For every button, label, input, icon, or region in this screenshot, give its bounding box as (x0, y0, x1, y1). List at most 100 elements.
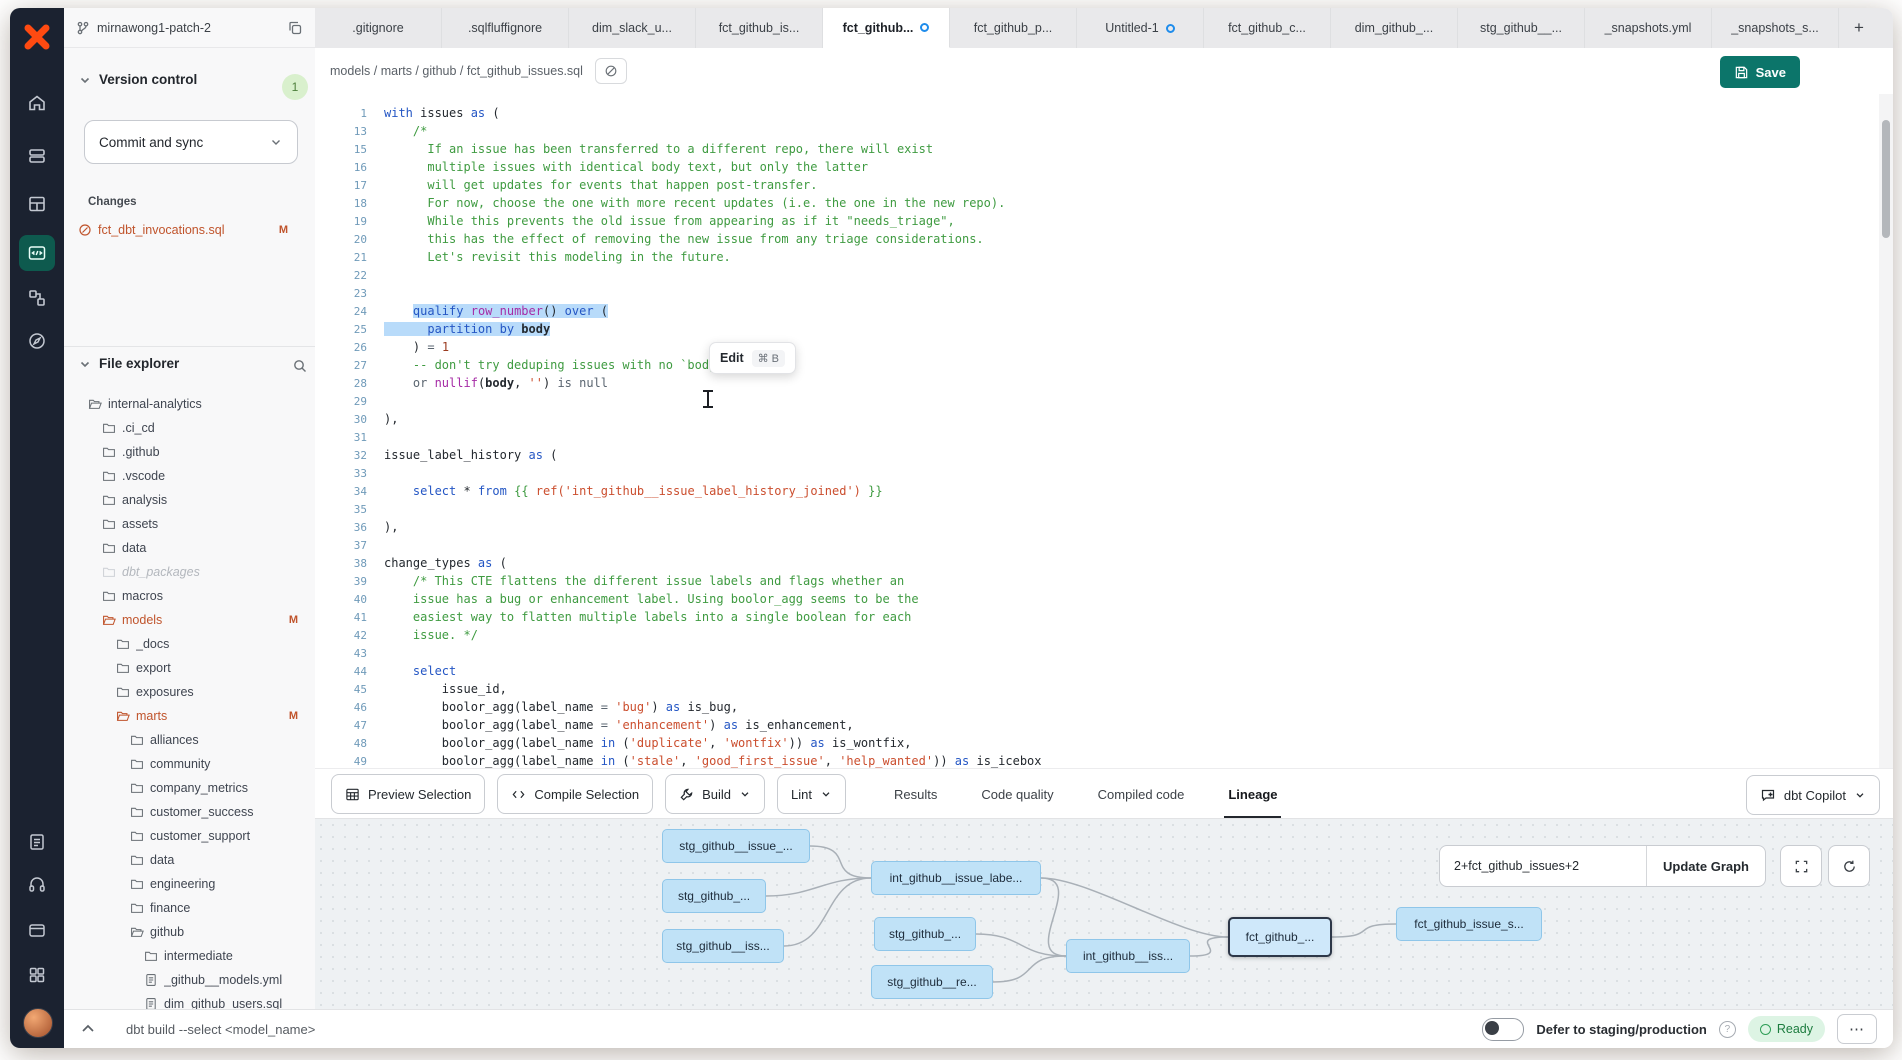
lineage-node-5[interactable]: stg_github__re... (871, 965, 993, 999)
tab-fct-github-p-[interactable]: fct_github_p... (950, 8, 1077, 48)
code-token: /* (384, 124, 427, 138)
lineage-node-4[interactable]: stg_github_... (874, 917, 976, 951)
left-rail (10, 8, 64, 1048)
code-token: 'bug' (615, 700, 651, 714)
tree-item--ci-cd[interactable]: .ci_cd (64, 416, 315, 440)
tab--snapshots-yml[interactable]: _snapshots.yml (1585, 8, 1712, 48)
dbt-copilot-button[interactable]: dbt Copilot (1746, 775, 1880, 815)
support-icon[interactable] (27, 875, 47, 895)
tree-item-export[interactable]: export (64, 656, 315, 680)
tab--sqlfluffignore[interactable]: .sqlfluffignore (442, 8, 569, 48)
save-button[interactable]: Save (1720, 56, 1800, 88)
tab--gitignore[interactable]: .gitignore (315, 8, 442, 48)
editor-scrollbar[interactable] (1879, 94, 1893, 768)
tree-item--vscode[interactable]: .vscode (64, 464, 315, 488)
commit-and-sync-button[interactable]: Commit and sync (84, 120, 298, 164)
lineage-selector-input[interactable]: 2+fct_github_issues+2 (1440, 846, 1647, 886)
lineage-node-0[interactable]: stg_github__issue_... (662, 829, 810, 863)
collapse-panel-icon[interactable] (78, 1019, 98, 1039)
tree-item-models[interactable]: modelsM (64, 608, 315, 632)
tree-item-dim-github-users-sql[interactable]: dim_github_users.sql (64, 992, 315, 1010)
scrollbar-thumb[interactable] (1882, 120, 1890, 238)
lineage-node-7[interactable]: fct_github_... (1228, 917, 1332, 957)
tree-item-label: data (122, 541, 315, 555)
tab-fct-github-is-[interactable]: fct_github_is... (696, 8, 823, 48)
jobs-icon[interactable] (27, 146, 47, 166)
edit-tooltip[interactable]: Edit ⌘ B (709, 342, 796, 374)
tree-item-label: exposures (136, 685, 315, 699)
lineage-node-8[interactable]: fct_github_issue_s... (1396, 907, 1542, 941)
preview-selection-button[interactable]: Preview Selection (331, 774, 485, 814)
tree-item-customer-success[interactable]: customer_success (64, 800, 315, 824)
line-number: 19 (315, 215, 379, 228)
tree-item--github[interactable]: .github (64, 440, 315, 464)
tree-item-data[interactable]: data (64, 536, 315, 560)
tree-item-macros[interactable]: macros (64, 584, 315, 608)
defer-toggle[interactable] (1482, 1018, 1524, 1041)
tree-item-github[interactable]: github (64, 920, 315, 944)
new-tab-button[interactable]: + (1839, 8, 1879, 48)
lineage-panel[interactable]: 2+fct_github_issues+2 Update Graph stg_g… (315, 818, 1893, 1011)
command-input[interactable]: dbt build --select <model_name> (126, 1022, 315, 1037)
more-options-button[interactable]: ⋯ (1837, 1014, 1877, 1044)
refresh-button[interactable] (1828, 845, 1870, 887)
tree-item-analysis[interactable]: analysis (64, 488, 315, 512)
tree-item-finance[interactable]: finance (64, 896, 315, 920)
tab-dim-slack-u-[interactable]: dim_slack_u... (569, 8, 696, 48)
compile-selection-button[interactable]: Compile Selection (497, 774, 653, 814)
fullscreen-button[interactable] (1780, 845, 1822, 887)
home-icon[interactable] (27, 93, 47, 113)
lint-button[interactable]: Lint (777, 774, 846, 814)
tab-fct-github-c-[interactable]: fct_github_c... (1204, 8, 1331, 48)
tree-item-alliances[interactable]: alliances (64, 728, 315, 752)
apps-icon[interactable] (27, 965, 47, 985)
tree-item-marts[interactable]: martsM (64, 704, 315, 728)
tree-item-assets[interactable]: assets (64, 512, 315, 536)
environments-icon[interactable] (27, 194, 47, 214)
version-control-header[interactable]: Version control (78, 72, 197, 87)
help-icon[interactable]: ? (1719, 1021, 1736, 1038)
file-explorer-header[interactable]: File explorer (78, 356, 179, 371)
file-tree: internal-analytics.ci_cd.github.vscodean… (64, 392, 315, 1010)
tree-item-label: finance (150, 901, 315, 915)
tree-item-community[interactable]: community (64, 752, 315, 776)
tree-item-intermediate[interactable]: intermediate (64, 944, 315, 968)
tree-item--docs[interactable]: _docs (64, 632, 315, 656)
tree-item-customer-support[interactable]: customer_support (64, 824, 315, 848)
build-button[interactable]: Build (665, 774, 765, 814)
tab-compiled-code[interactable]: Compiled code (1098, 769, 1185, 819)
tree-item-engineering[interactable]: engineering (64, 872, 315, 896)
tab-lineage[interactable]: Lineage (1228, 769, 1277, 819)
tab-stg-github-[interactable]: stg_github__... (1458, 8, 1585, 48)
changed-file-row[interactable]: fct_dbt_invocations.sql M (78, 218, 304, 242)
tree-item-data[interactable]: data (64, 848, 315, 872)
tab-label: Untitled-1 (1105, 21, 1159, 35)
explore-icon[interactable] (27, 331, 47, 351)
user-avatar[interactable] (23, 1008, 53, 1038)
tab-code-quality[interactable]: Code quality (981, 769, 1053, 819)
lineage-node-6[interactable]: int_github__iss... (1066, 939, 1190, 973)
tree-item-dbt-packages[interactable]: dbt_packages (64, 560, 315, 584)
docs-icon[interactable] (27, 832, 47, 852)
file-actions-icon[interactable] (595, 58, 627, 84)
tree-item--github-models-yml[interactable]: _github__models.yml (64, 968, 315, 992)
tab-untitled-1[interactable]: Untitled-1 (1077, 8, 1204, 48)
lineage-node-3[interactable]: int_github__issue_labe... (871, 861, 1041, 895)
tab-dim-github-[interactable]: dim_github_... (1331, 8, 1458, 48)
tree-item-company-metrics[interactable]: company_metrics (64, 776, 315, 800)
billing-icon[interactable] (27, 920, 47, 940)
tab--snapshots-s-[interactable]: _snapshots_s... (1712, 8, 1839, 48)
branch-row[interactable]: mirnawong1-patch-2 (64, 8, 315, 48)
copy-icon[interactable] (287, 20, 303, 36)
orchestration-icon[interactable] (27, 288, 47, 308)
tree-item-exposures[interactable]: exposures (64, 680, 315, 704)
lineage-node-2[interactable]: stg_github__iss... (662, 929, 784, 963)
ide-icon[interactable] (19, 235, 55, 271)
update-graph-button[interactable]: Update Graph (1647, 846, 1765, 886)
tab-fct-github-[interactable]: fct_github... (823, 8, 950, 48)
code-editor[interactable]: 1with issues as (13 /*15 If an issue has… (315, 94, 1893, 768)
tree-item-internal-analytics[interactable]: internal-analytics (64, 392, 315, 416)
search-icon[interactable] (292, 358, 308, 374)
tab-results[interactable]: Results (894, 769, 937, 819)
lineage-node-1[interactable]: stg_github_... (662, 879, 766, 913)
